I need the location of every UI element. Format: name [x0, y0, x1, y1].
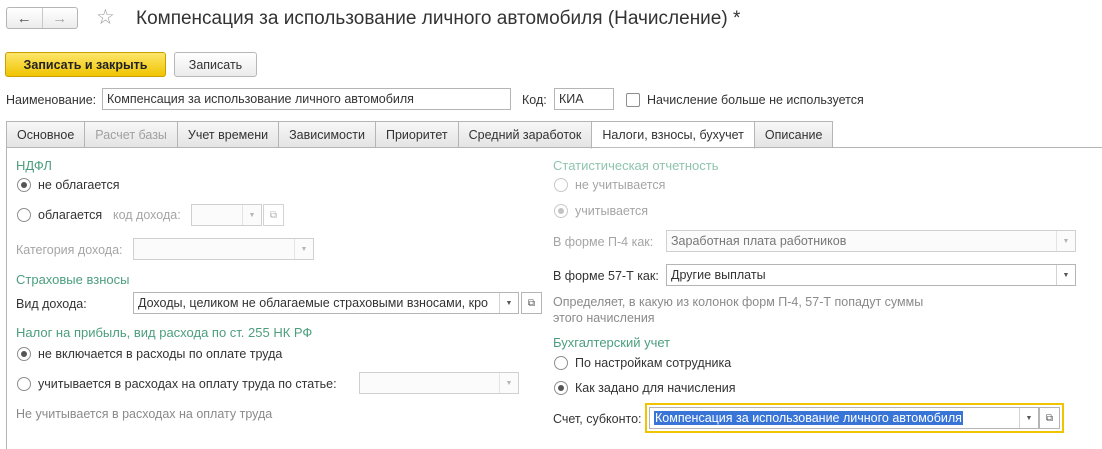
tab-taxes[interactable]: Налоги, взносы, бухучет — [591, 121, 755, 149]
unused-label: Начисление больше не используется — [647, 93, 864, 107]
by-employee-label: По настройкам сотрудника — [575, 356, 732, 370]
save-and-close-button[interactable]: Записать и закрыть — [5, 52, 166, 77]
open-icon[interactable]: ⧉ — [263, 204, 284, 226]
tab-dependencies[interactable]: Зависимости — [278, 121, 375, 148]
chevron-down-icon[interactable]: ▼ — [1056, 231, 1075, 251]
by-employee-radio[interactable] — [554, 356, 568, 370]
open-icon[interactable]: ⧉ — [521, 292, 542, 314]
open-icon[interactable]: ⧉ — [1039, 407, 1060, 429]
name-label: Наименование: — [6, 93, 97, 107]
expense-article-select[interactable]: ▼ — [359, 372, 519, 394]
tab-main[interactable]: Основное — [6, 121, 85, 148]
f57-select[interactable]: Другие выплаты ▼ — [666, 264, 1076, 286]
ndfl-section-title: НДФЛ — [16, 158, 52, 173]
income-category-label: Категория дохода: — [16, 243, 123, 257]
stat-counted-label: учитывается — [575, 204, 649, 218]
account-value: Компенсация за использование личного авт… — [654, 411, 963, 425]
name-input-value: Компенсация за использование личного авт… — [107, 92, 414, 106]
profit-tax-section-title: Налог на прибыль, вид расхода по ст. 255… — [16, 325, 313, 340]
statistics-section-title: Статистическая отчетность — [553, 158, 719, 173]
tab-time-accounting[interactable]: Учет времени — [176, 121, 279, 148]
code-label: Код: — [522, 93, 547, 107]
tab-priority[interactable]: Приоритет — [374, 121, 458, 148]
stat-not-counted-label: не учитывается — [575, 178, 666, 192]
name-input[interactable]: Компенсация за использование личного авт… — [102, 88, 511, 110]
star-icon[interactable]: ☆ — [96, 6, 115, 30]
f57-value: Другие выплаты — [671, 268, 766, 282]
chevron-down-icon[interactable]: ▼ — [294, 239, 313, 259]
account-select[interactable]: Компенсация за использование личного авт… — [649, 407, 1039, 429]
profit-tax-hint: Не учитывается в расходах на оплату труд… — [16, 407, 273, 421]
accounting-section-title: Бухгалтерский учет — [553, 335, 671, 350]
ndfl-not-taxed-label: не облагается — [38, 178, 120, 192]
chevron-down-icon[interactable]: ▼ — [499, 373, 518, 393]
ndfl-taxed-radio[interactable] — [17, 208, 31, 222]
save-button[interactable]: Записать — [174, 52, 257, 77]
statistics-hint-line-1: Определяет, в какую из колонок форм П-4,… — [553, 295, 924, 309]
ndfl-not-taxed-radio[interactable] — [17, 178, 31, 192]
p4-select[interactable]: Заработная плата работников ▼ — [666, 230, 1076, 252]
income-code-select[interactable]: ▼ — [191, 204, 262, 226]
chevron-down-icon[interactable]: ▼ — [1019, 408, 1038, 428]
p4-value: Заработная плата работников — [671, 234, 847, 248]
page-title: Компенсация за использование личного авт… — [136, 8, 741, 29]
income-type-label: Вид дохода: — [16, 297, 87, 311]
chevron-down-icon[interactable]: ▼ — [1056, 265, 1075, 285]
income-type-select[interactable]: Доходы, целиком не облагаемые страховыми… — [133, 292, 519, 314]
included-label: учитывается в расходах на оплату труда п… — [38, 377, 337, 391]
tab-average-earnings[interactable]: Средний заработок — [457, 121, 592, 148]
navigation-buttons: ← → — [6, 7, 78, 29]
chevron-down-icon[interactable]: ▼ — [499, 293, 518, 313]
as-set-radio[interactable] — [554, 381, 568, 395]
tab-bar: Основное Расчет базы Учет времени Зависи… — [6, 121, 834, 149]
chevron-down-icon[interactable]: ▼ — [242, 205, 261, 225]
code-input[interactable]: КИА — [554, 88, 614, 110]
as-set-label: Как задано для начисления — [575, 381, 736, 395]
tab-description[interactable]: Описание — [754, 121, 834, 148]
unused-checkbox[interactable] — [626, 93, 640, 107]
included-radio[interactable] — [17, 377, 31, 391]
not-included-label: не включается в расходы по оплате труда — [38, 347, 283, 361]
not-included-radio[interactable] — [17, 347, 31, 361]
ndfl-taxed-label: облагается — [38, 208, 103, 222]
p4-label: В форме П-4 как: — [553, 235, 654, 249]
tab-base-calculation[interactable]: Расчет базы — [84, 121, 177, 148]
stat-counted-radio[interactable] — [554, 204, 568, 218]
insurance-section-title: Страховые взносы — [16, 272, 130, 287]
stat-not-counted-radio[interactable] — [554, 178, 568, 192]
code-input-value: КИА — [559, 92, 584, 106]
income-type-value: Доходы, целиком не облагаемые страховыми… — [138, 296, 488, 310]
f57-label: В форме 57-Т как: — [553, 269, 659, 283]
income-category-select[interactable]: ▼ — [133, 238, 314, 260]
account-label: Счет, субконто: — [553, 412, 642, 426]
income-code-label: код дохода: — [113, 208, 181, 222]
arrow-left-icon[interactable]: ← — [7, 8, 42, 28]
statistics-hint-line-2: этого начисления — [553, 311, 655, 325]
arrow-right-icon[interactable]: → — [41, 8, 78, 28]
